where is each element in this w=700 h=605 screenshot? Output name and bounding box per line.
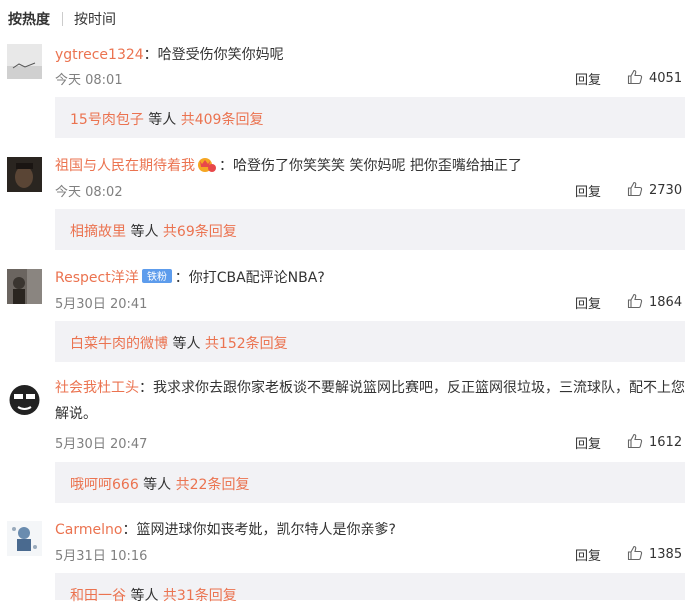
tab-divider: [62, 12, 63, 26]
comment-text: ：哈登受伤你笑你妈呢: [143, 47, 284, 63]
sub-replies-box[interactable]: 和田一谷 等人 共31条回复: [55, 573, 685, 604]
like-count: 1864: [649, 295, 683, 310]
thumbs-up-icon: [627, 293, 643, 309]
like-count: 4051: [649, 71, 683, 86]
comment-text: ：我求求你去跟你家老板谈不要解说篮网比赛吧，反正篮网很垃圾，三流球队，配不上您解…: [55, 380, 685, 422]
sub-reply-count[interactable]: 共31条回复: [163, 588, 237, 604]
sub-reply-user[interactable]: 哦呵呵666: [70, 477, 139, 493]
comment-line: ygtrece1324：哈登受伤你笑你妈呢: [55, 44, 284, 64]
fan-badge-icon: 铁粉: [141, 268, 173, 288]
sub-reply-count[interactable]: 共152条回复: [205, 336, 288, 352]
sub-reply-user[interactable]: 相摘故里: [70, 224, 126, 240]
like-button[interactable]: 1612: [627, 433, 682, 450]
sub-replies-box[interactable]: 白菜牛肉的微博 等人 共152条回复: [55, 321, 685, 362]
comment-username[interactable]: Respect洋洋: [55, 270, 139, 286]
tab-sort-by-hot[interactable]: 按热度: [8, 9, 50, 29]
comment-text: ：你打CBA配评论NBA?: [174, 270, 325, 286]
comment-line: 社会我杜工头：我求求你去跟你家老板谈不要解说篮网比赛吧，反正篮网很垃圾，三流球队…: [55, 375, 685, 427]
reply-button[interactable]: 回复: [575, 181, 601, 200]
sub-replies-box[interactable]: 相摘故里 等人 共69条回复: [55, 209, 685, 250]
comment-time: 今天 08:01: [55, 73, 123, 88]
avatar[interactable]: [7, 157, 42, 192]
comment-time: 5月30日 20:47: [55, 437, 148, 452]
reply-button[interactable]: 回复: [575, 433, 601, 452]
comment-time: 5月30日 20:41: [55, 297, 148, 312]
like-count: 1612: [649, 435, 683, 450]
comment-text: ：篮网进球你如丧考妣，凯尔特人是你亲爹?: [122, 522, 396, 538]
like-count: 1385: [649, 547, 683, 562]
comment-line: Respect洋洋 铁粉 ：你打CBA配评论NBA?: [55, 267, 325, 288]
thumbs-up-icon: [627, 433, 643, 449]
like-button[interactable]: 1864: [627, 293, 682, 310]
svg-text:铁粉: 铁粉: [147, 270, 167, 283]
reply-button[interactable]: 回复: [575, 545, 601, 564]
sub-reply-mid: 等人: [126, 588, 163, 604]
comment-username[interactable]: ygtrece1324: [55, 47, 144, 63]
sub-reply-mid: 等人: [143, 112, 181, 128]
comment-username[interactable]: 祖国与人民在期待着我: [55, 158, 195, 174]
avatar[interactable]: [7, 269, 42, 304]
comment-text: ：哈登伤了你笑笑笑 笑你妈呢 把你歪嘴给抽正了: [219, 158, 522, 174]
reply-button[interactable]: 回复: [575, 69, 601, 88]
avatar[interactable]: [7, 44, 42, 79]
sub-reply-user[interactable]: 白菜牛肉的微博: [70, 336, 168, 352]
comment-username[interactable]: 社会我杜工头: [55, 380, 139, 396]
like-button[interactable]: 4051: [627, 69, 682, 86]
sub-reply-user[interactable]: 15号肉包子: [70, 112, 144, 128]
reply-button[interactable]: 回复: [575, 293, 601, 312]
like-button[interactable]: 1385: [627, 545, 682, 562]
comment-username[interactable]: Carmelno: [55, 522, 122, 538]
tab-sort-by-time[interactable]: 按时间: [74, 9, 116, 29]
sub-reply-count[interactable]: 共22条回复: [176, 477, 250, 493]
comment-time: 5月31日 10:16: [55, 549, 148, 564]
sub-reply-mid: 等人: [138, 477, 176, 493]
thumbs-up-icon: [627, 181, 643, 197]
sub-reply-count[interactable]: 共69条回复: [163, 224, 237, 240]
comment-line: Carmelno：篮网进球你如丧考妣，凯尔特人是你亲爹?: [55, 519, 396, 539]
sub-reply-count[interactable]: 共409条回复: [181, 112, 264, 128]
avatar[interactable]: [7, 382, 42, 417]
sub-reply-user[interactable]: 和田一谷: [70, 588, 126, 604]
sub-replies-box[interactable]: 15号肉包子 等人 共409条回复: [55, 97, 685, 138]
thumbs-up-icon: [627, 545, 643, 561]
sub-reply-mid: 等人: [126, 224, 163, 240]
sub-replies-box[interactable]: 哦呵呵666 等人 共22条回复: [55, 462, 685, 503]
sort-tabs: 按热度 按时间: [0, 0, 700, 36]
like-button[interactable]: 2730: [627, 181, 682, 198]
thumbs-up-icon: [627, 69, 643, 85]
comment-line: 祖国与人民在期待着我 ：哈登伤了你笑笑笑 笑你妈呢 把你歪嘴给抽正了: [55, 155, 522, 177]
like-count: 2730: [649, 183, 683, 198]
comment-time: 今天 08:02: [55, 185, 123, 200]
sub-reply-mid: 等人: [168, 336, 205, 352]
crown-badge-icon: [197, 155, 217, 177]
avatar[interactable]: [7, 521, 42, 556]
